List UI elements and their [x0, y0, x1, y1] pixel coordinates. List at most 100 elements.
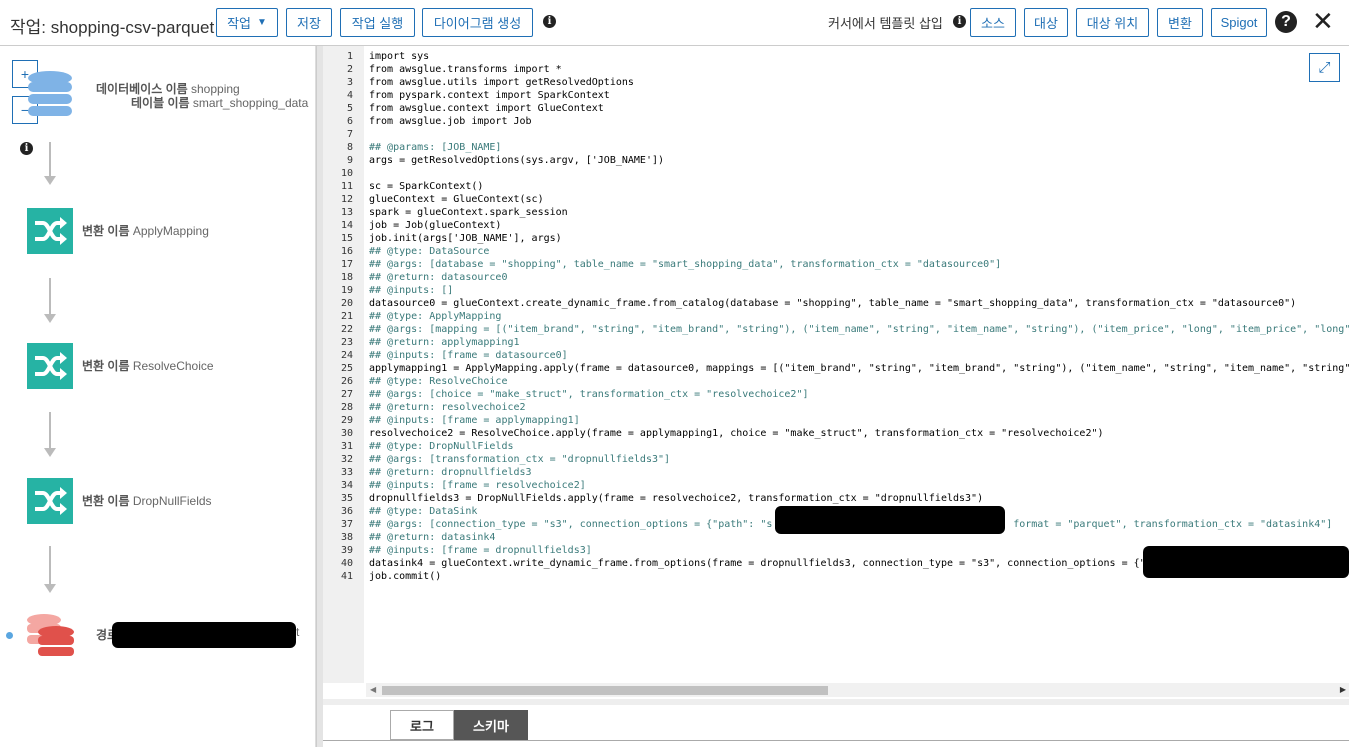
info-icon[interactable]: i — [20, 142, 33, 155]
line-number: 35 — [340, 493, 353, 504]
expand-icon[interactable]: ⤢ — [1309, 53, 1340, 82]
transform-name-key: 변환 이름 — [82, 224, 130, 238]
code-line[interactable]: 2 from awsglue.transforms import * — [323, 63, 1349, 76]
flow-arrow — [44, 278, 56, 326]
shuffle-icon[interactable] — [27, 208, 73, 254]
info-icon[interactable]: i — [953, 15, 966, 28]
line-number: 15 — [340, 233, 353, 244]
generate-diagram-button[interactable]: 다이어그램 생성 — [422, 8, 533, 37]
code-line[interactable]: 18 ## @return: datasource0 — [323, 271, 1349, 284]
code-line[interactable]: 16 ## @type: DataSource — [323, 245, 1349, 258]
line-number: 39 — [340, 545, 353, 556]
line-number: 38 — [340, 532, 353, 543]
line-number: 5 — [346, 103, 353, 114]
tab-log[interactable]: 로그 — [390, 710, 454, 740]
code-line[interactable]: 3 from awsglue.utils import getResolvedOp… — [323, 76, 1349, 89]
code-line[interactable]: 6 from awsglue.job import Job — [323, 115, 1349, 128]
code-line[interactable]: 4 from pyspark.context import SparkContex… — [323, 89, 1349, 102]
code-text: from awsglue.transforms import * — [369, 64, 562, 75]
target-button[interactable]: 대상 — [1024, 8, 1068, 37]
code-line[interactable]: 29 ## @inputs: [frame = applymapping1] — [323, 414, 1349, 427]
code-line[interactable]: 23 ## @return: applymapping1 — [323, 336, 1349, 349]
code-line[interactable]: 25 applymapping1 = ApplyMapping.apply(fra… — [323, 362, 1349, 375]
code-text: ## @return: datasink4 — [369, 532, 496, 543]
code-text: from pyspark.context import SparkContext — [369, 90, 610, 101]
code-line[interactable]: 17 ## @args: [database = "shopping", tabl… — [323, 258, 1349, 271]
line-number: 34 — [340, 480, 353, 491]
code-line[interactable]: 11 sc = SparkContext() — [323, 180, 1349, 193]
code-line[interactable]: 21 ## @type: ApplyMapping — [323, 310, 1349, 323]
scroll-right-icon[interactable]: ▶ — [1340, 685, 1346, 694]
target-location-button[interactable]: 대상 위치 — [1076, 8, 1149, 37]
code-line[interactable]: 33 ## @return: dropnullfields3 — [323, 466, 1349, 479]
toolbar: 작업: shopping-csv-parquet 작업 ▼ 저장 작업 실행 다… — [0, 0, 1349, 46]
line-number: 6 — [346, 116, 353, 127]
line-number: 26 — [340, 376, 353, 387]
bottom-panel: 로그 스키마 — [323, 699, 1349, 747]
db-name-value: shopping — [191, 82, 240, 96]
code-line[interactable]: 14 job = Job(glueContext) — [323, 219, 1349, 232]
code-line[interactable]: 15 job.init(args['JOB_NAME'], args) — [323, 232, 1349, 245]
scroll-left-icon[interactable]: ◀ — [370, 685, 376, 694]
line-number: 21 — [340, 311, 353, 322]
line-number: 20 — [340, 298, 353, 309]
code-line[interactable]: 32 ## @args: [transformation_ctx = "dropn… — [323, 453, 1349, 466]
code-area[interactable]: 1 import sys 2 from awsglue.transforms impo… — [323, 50, 1349, 583]
job-menu-button[interactable]: 작업 ▼ — [216, 8, 278, 37]
code-line[interactable]: 1 import sys — [323, 50, 1349, 63]
code-line[interactable]: 22 ## @args: [mapping = [("item_brand", "… — [323, 323, 1349, 336]
code-text: ## @args: [choice = "make_struct", trans… — [369, 389, 809, 400]
line-number: 14 — [340, 220, 353, 231]
code-line[interactable]: 19 ## @inputs: [] — [323, 284, 1349, 297]
code-text: ## @type: ResolveChoice — [369, 376, 508, 387]
info-icon[interactable]: i — [543, 15, 556, 28]
tab-schema[interactable]: 스키마 — [454, 710, 528, 740]
shuffle-icon[interactable] — [27, 478, 73, 524]
code-line[interactable]: 28 ## @return: resolvechoice2 — [323, 401, 1349, 414]
code-line[interactable]: 10 — [323, 167, 1349, 180]
save-button[interactable]: 저장 — [286, 8, 332, 37]
source-button[interactable]: 소스 — [970, 8, 1016, 37]
line-number: 31 — [340, 441, 353, 452]
sink-path-tail: t — [296, 625, 300, 639]
s3-bucket-icon[interactable] — [26, 612, 76, 662]
code-text: ## @type: ApplyMapping — [369, 311, 502, 322]
code-line[interactable]: 30 resolvechoice2 = ResolveChoice.apply(f… — [323, 427, 1349, 440]
line-number: 28 — [340, 402, 353, 413]
code-line[interactable]: 13 spark = glueContext.spark_session — [323, 206, 1349, 219]
code-line[interactable]: 8 ## @params: [JOB_NAME] — [323, 141, 1349, 154]
line-number: 30 — [340, 428, 353, 439]
transform-name-key: 변환 이름 — [82, 494, 130, 508]
line-number: 8 — [346, 142, 353, 153]
database-icon[interactable] — [26, 70, 74, 120]
code-line[interactable]: 12 glueContext = GlueContext(sc) — [323, 193, 1349, 206]
code-line[interactable]: 9 args = getResolvedOptions(sys.argv, ['J… — [323, 154, 1349, 167]
run-job-button[interactable]: 작업 실행 — [340, 8, 415, 37]
transform-button[interactable]: 변환 — [1157, 8, 1203, 37]
code-text: ## @type: DropNullFields — [369, 441, 514, 452]
code-line[interactable]: 26 ## @type: ResolveChoice — [323, 375, 1349, 388]
code-line[interactable]: 35 dropnullfields3 = DropNullFields.apply… — [323, 492, 1349, 505]
code-line[interactable]: 7 — [323, 128, 1349, 141]
code-line[interactable]: 5 from awsglue.context import GlueContext — [323, 102, 1349, 115]
chevron-down-icon: ▼ — [257, 17, 267, 28]
code-line[interactable]: 24 ## @inputs: [frame = datasource0] — [323, 349, 1349, 362]
scrollbar-thumb[interactable] — [382, 686, 828, 695]
spigot-button[interactable]: Spigot — [1211, 8, 1267, 37]
script-editor[interactable]: 1 import sys 2 from awsglue.transforms impo… — [323, 46, 1349, 699]
line-number: 12 — [340, 194, 353, 205]
panel-splitter[interactable] — [316, 46, 323, 747]
code-line[interactable]: 31 ## @type: DropNullFields — [323, 440, 1349, 453]
code-text: sc = SparkContext() — [369, 181, 484, 192]
shuffle-icon[interactable] — [27, 343, 73, 389]
horizontal-scrollbar[interactable]: ◀ ▶ — [366, 683, 1349, 697]
close-icon[interactable]: ✕ — [1312, 6, 1334, 37]
code-line[interactable]: 34 ## @inputs: [frame = resolvechoice2] — [323, 479, 1349, 492]
help-icon[interactable]: ? — [1275, 11, 1297, 33]
code-line[interactable]: 27 ## @args: [choice = "make_struct", tra… — [323, 388, 1349, 401]
connection-dot[interactable] — [6, 632, 13, 639]
code-line[interactable]: 20 datasource0 = glueContext.create_dynam… — [323, 297, 1349, 310]
line-number: 23 — [340, 337, 353, 348]
code-text: ## @return: datasource0 — [369, 272, 508, 283]
line-number: 27 — [340, 389, 353, 400]
